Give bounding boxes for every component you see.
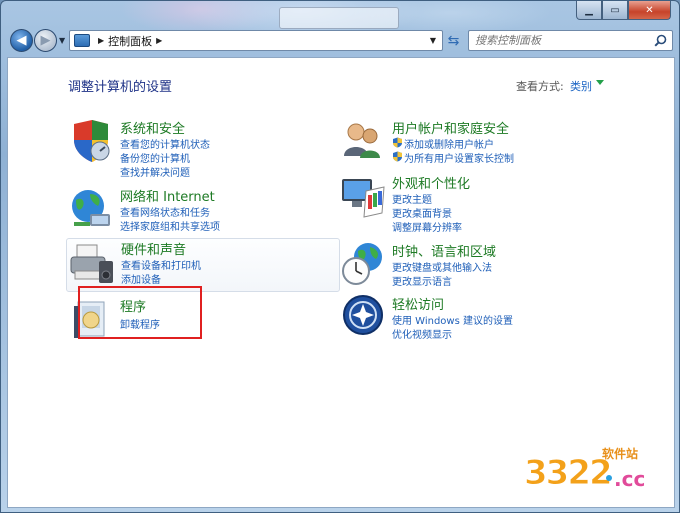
category-appearance: 外观和个性化 更改主题 更改桌面背景 调整屏幕分辨率 [338, 173, 608, 234]
category-title[interactable]: 用户帐户和家庭安全 [392, 118, 509, 137]
breadcrumb-separator-icon[interactable]: ▶ [156, 36, 162, 45]
uac-shield-icon [393, 151, 402, 162]
printer-icon[interactable] [69, 241, 115, 287]
ease-of-access-icon[interactable] [340, 294, 386, 340]
category-network-internet: 网络和 Internet 查看网络状态和任务 选择家庭组和共享选项 [66, 186, 336, 240]
recent-pages-dropdown[interactable]: ▼ [59, 36, 65, 45]
address-dropdown-icon[interactable]: ▼ [430, 36, 436, 45]
shield-icon[interactable] [68, 118, 114, 164]
highlight-box [78, 286, 202, 339]
search-icon[interactable] [654, 34, 667, 47]
link-screen-resolution[interactable]: 调整屏幕分辨率 [392, 219, 462, 234]
link-devices-printers[interactable]: 查看设备和打印机 [121, 257, 201, 272]
link-backup-computer[interactable]: 备份您的计算机 [120, 150, 190, 165]
category-title[interactable]: 外观和个性化 [392, 173, 470, 192]
clock-globe-icon[interactable] [340, 241, 386, 287]
link-keyboard-input[interactable]: 更改键盘或其他输入法 [392, 259, 492, 274]
link-homegroup-sharing[interactable]: 选择家庭组和共享选项 [120, 218, 220, 233]
category-title[interactable]: 轻松访问 [392, 294, 444, 313]
link-desktop-background[interactable]: 更改桌面背景 [392, 205, 452, 220]
link-windows-recommended[interactable]: 使用 Windows 建议的设置 [392, 312, 513, 327]
watermark-number: 3322 [524, 453, 614, 494]
watermark-logo: 3322 软件站 .cc [524, 445, 664, 499]
page-title: 调整计算机的设置 [68, 80, 173, 95]
breadcrumb-control-panel[interactable]: 控制面板 [108, 33, 152, 49]
link-change-theme[interactable]: 更改主题 [392, 191, 432, 206]
navigation-bar: ◀ ▶ ▼ ▶ 控制面板 ▶ ▼ ⇆ [1, 26, 680, 56]
link-add-remove-accounts[interactable]: 添加或删除用户帐户 [404, 136, 494, 151]
refresh-button[interactable]: ⇆ [444, 31, 463, 50]
uac-shield-icon [393, 137, 402, 148]
link-parental-controls[interactable]: 为所有用户设置家长控制 [404, 150, 514, 165]
users-icon[interactable] [340, 118, 386, 164]
minimize-button[interactable]: ▁ [576, 1, 602, 20]
maximize-button[interactable]: ▭ [602, 1, 628, 20]
appearance-icon[interactable] [340, 173, 386, 219]
category-title[interactable]: 硬件和声音 [121, 239, 186, 258]
breadcrumb-separator-icon[interactable]: ▶ [98, 36, 104, 45]
search-box[interactable] [468, 30, 673, 51]
back-button[interactable]: ◀ [10, 29, 33, 52]
watermark-dot [606, 475, 612, 481]
link-troubleshoot[interactable]: 查找并解决问题 [120, 164, 190, 179]
window-frame: ▁ ▭ ✕ ◀ ▶ ▼ ▶ 控制面板 ▶ ▼ ⇆ 调整计算机的设置 查看方式: … [0, 0, 680, 513]
category-user-accounts: 用户帐户和家庭安全 添加或删除用户帐户 为所有用户设置家长控制 [338, 118, 608, 172]
search-input[interactable] [475, 34, 645, 47]
link-add-device[interactable]: 添加设备 [121, 271, 161, 286]
control-panel-icon [74, 34, 90, 47]
view-by-dropdown[interactable]: 类别 [570, 78, 592, 94]
category-system-security: 系统和安全 查看您的计算机状态 备份您的计算机 查找并解决问题 [66, 118, 336, 179]
address-bar[interactable]: ▶ 控制面板 ▶ ▼ [69, 30, 443, 51]
globe-network-icon[interactable] [68, 186, 114, 232]
link-display-language[interactable]: 更改显示语言 [392, 273, 452, 288]
content-pane: 调整计算机的设置 查看方式: 类别 系统和安全 查看您的计算机状态 备份您的计算… [7, 57, 675, 508]
view-by-label: 查看方式: [516, 80, 564, 93]
link-network-status[interactable]: 查看网络状态和任务 [120, 204, 210, 219]
forward-button[interactable]: ▶ [34, 29, 57, 52]
link-optimize-video[interactable]: 优化视频显示 [392, 326, 452, 341]
category-clock-language: 时钟、语言和区域 更改键盘或其他输入法 更改显示语言 [338, 241, 608, 295]
category-ease-of-access: 轻松访问 使用 Windows 建议的设置 优化视频显示 [338, 294, 608, 348]
category-title[interactable]: 网络和 Internet [120, 186, 215, 205]
category-title[interactable]: 时钟、语言和区域 [392, 241, 496, 260]
link-view-computer-status[interactable]: 查看您的计算机状态 [120, 136, 210, 151]
caption-buttons: ▁ ▭ ✕ [576, 1, 671, 20]
watermark-site: 软件站 [602, 447, 639, 461]
chevron-down-icon[interactable] [596, 80, 604, 85]
category-title[interactable]: 系统和安全 [120, 118, 185, 137]
watermark-domain: .cc [614, 467, 646, 491]
close-button[interactable]: ✕ [628, 1, 671, 20]
category-hardware-sound: 硬件和声音 查看设备和打印机 添加设备 [66, 238, 340, 292]
